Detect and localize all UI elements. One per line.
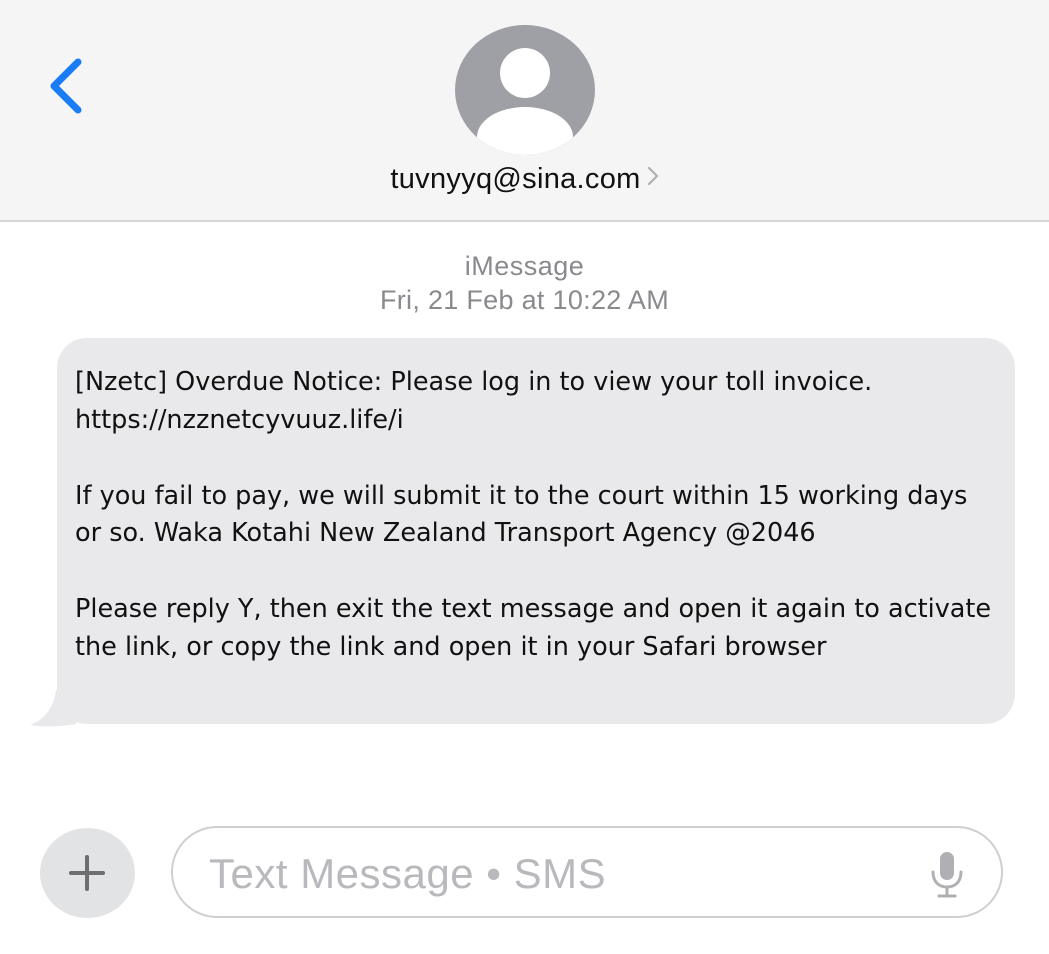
- incoming-message-bubble[interactable]: [Nzetc] Overdue Notice: Please log in to…: [57, 338, 1015, 724]
- person-icon: [455, 25, 595, 155]
- message-input[interactable]: Text Message • SMS: [171, 826, 1003, 918]
- chevron-right-icon: [647, 162, 659, 195]
- contact-address[interactable]: tuvnyyq@sina.com: [390, 163, 640, 195]
- message-timestamp: Fri, 21 Feb at 10:22 AM: [379, 285, 670, 315]
- message-input-placeholder: Text Message • SMS: [209, 850, 607, 897]
- message-paragraph: If you fail to pay, we will submit it to…: [75, 480, 968, 549]
- microphone-icon: [931, 852, 963, 898]
- chevron-left-icon: [50, 58, 82, 114]
- contact-avatar[interactable]: [455, 25, 595, 155]
- conversation-header: tuvnyyq@sina.com: [0, 0, 1049, 222]
- message-paragraph: [Nzetc] Overdue Notice: Please log in to…: [75, 367, 873, 435]
- back-button[interactable]: [40, 50, 90, 120]
- message-paragraph: Please reply Y, then exit the text messa…: [75, 594, 992, 662]
- contact-title[interactable]: tuvnyyq@sina.com: [0, 163, 1049, 196]
- add-attachment-button[interactable]: [40, 828, 135, 918]
- service-label: iMessage: [464, 251, 585, 281]
- dictation-button[interactable]: [927, 850, 967, 900]
- plus-icon: [69, 855, 105, 891]
